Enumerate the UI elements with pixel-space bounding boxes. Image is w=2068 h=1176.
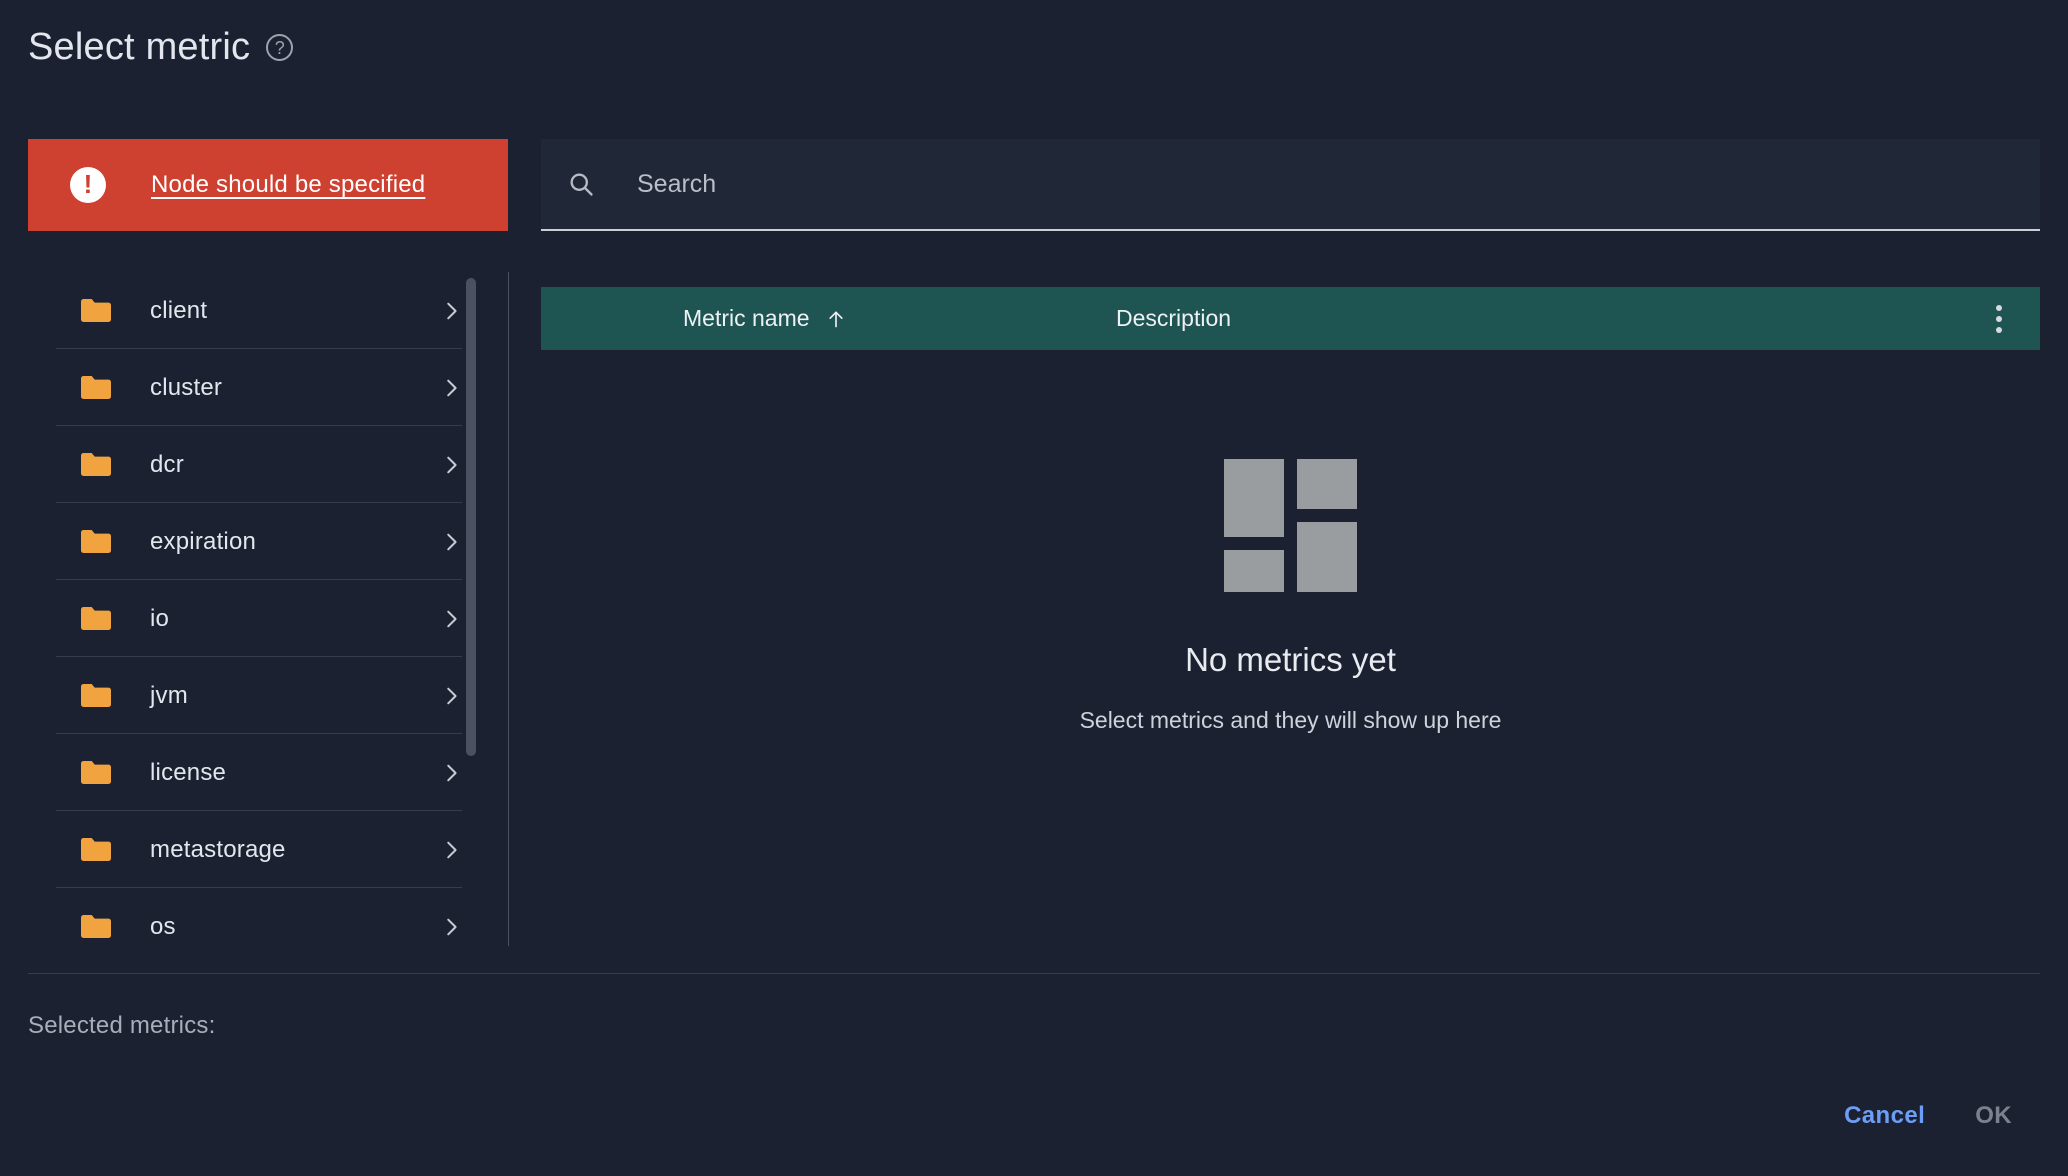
search-input[interactable] <box>637 169 2040 199</box>
folder-list-item[interactable]: license <box>28 734 490 811</box>
chevron-right-icon[interactable] <box>440 839 462 861</box>
folder-list-item[interactable]: cluster <box>28 349 490 426</box>
folder-list-item[interactable]: dcr <box>28 426 490 503</box>
folder-list-item-label: cluster <box>150 373 223 401</box>
chevron-right-icon[interactable] <box>440 916 462 938</box>
folder-list-item[interactable]: os <box>28 888 490 946</box>
folder-icon <box>81 915 111 938</box>
empty-state-subtitle: Select metrics and they will show up her… <box>1079 707 1502 733</box>
folder-icon <box>81 684 111 707</box>
empty-state: No metrics yet Select metrics and they w… <box>541 459 2040 734</box>
folder-list-item[interactable]: io <box>28 580 490 657</box>
folder-list-panel: client cluster dcr expiration io jvm license me… <box>28 272 490 946</box>
folder-list-scrollbar-thumb[interactable] <box>466 278 476 756</box>
metrics-panel: Metric name Description No metrics yet S… <box>541 139 2040 733</box>
folder-list-item-label: expiration <box>150 527 257 555</box>
folder-list-item-label: jvm <box>150 681 188 709</box>
chevron-right-icon[interactable] <box>440 685 462 707</box>
column-header-description[interactable]: Description <box>1116 305 1231 332</box>
dialog-header: Select metric ? <box>28 26 294 69</box>
folder-list-item-label: metastorage <box>150 835 286 863</box>
error-banner[interactable]: ! Node should be specified <box>28 139 508 231</box>
dialog-actions: Cancel OK <box>1840 1096 2016 1136</box>
folder-list-item[interactable]: jvm <box>28 657 490 734</box>
search-field[interactable] <box>541 139 2040 231</box>
empty-state-title: No metrics yet <box>1185 641 1396 678</box>
dashboard-grid-icon <box>1224 459 1357 592</box>
folder-list-item[interactable]: expiration <box>28 503 490 580</box>
ok-button[interactable]: OK <box>1971 1096 2016 1136</box>
folder-list-item-label: client <box>150 296 208 324</box>
chevron-right-icon[interactable] <box>440 762 462 784</box>
help-circle-icon[interactable]: ? <box>266 34 294 61</box>
select-metric-dialog: Select metric ? ! Node should be specifi… <box>0 0 2068 1176</box>
folder-icon <box>81 838 111 861</box>
folder-list-item-label: license <box>150 758 227 786</box>
chevron-right-icon[interactable] <box>440 377 462 399</box>
chevron-right-icon[interactable] <box>440 300 462 322</box>
chevron-right-icon[interactable] <box>440 454 462 476</box>
folder-list-scrollbar[interactable] <box>466 275 476 947</box>
folder-icon <box>81 607 111 630</box>
footer-divider <box>28 973 2040 974</box>
folder-icon <box>81 376 111 399</box>
folder-list-item-label: io <box>150 604 170 632</box>
folder-icon <box>81 299 111 322</box>
folder-list-item[interactable]: client <box>28 272 490 349</box>
column-header-metric-name[interactable]: Metric name <box>683 305 846 332</box>
folder-list-item[interactable]: metastorage <box>28 811 490 888</box>
error-exclamation-icon: ! <box>70 167 106 203</box>
metrics-table-header: Metric name Description <box>541 287 2040 350</box>
column-header-metric-name-label: Metric name <box>683 305 810 331</box>
folder-list-item-label: os <box>150 912 176 940</box>
folder-list: client cluster dcr expiration io jvm license me… <box>28 272 490 946</box>
chevron-right-icon[interactable] <box>440 531 462 553</box>
folder-icon <box>81 761 111 784</box>
folder-icon <box>81 453 111 476</box>
folder-icon <box>81 530 111 553</box>
error-message[interactable]: Node should be specified <box>151 171 425 199</box>
cancel-button[interactable]: Cancel <box>1840 1096 1929 1136</box>
page-title: Select metric <box>28 26 251 68</box>
search-icon <box>570 173 593 196</box>
arrow-up-icon <box>828 311 843 327</box>
folder-list-item-label: dcr <box>150 450 184 478</box>
chevron-right-icon[interactable] <box>440 608 462 630</box>
selected-metrics-label: Selected metrics: <box>28 1012 216 1039</box>
kebab-menu-icon[interactable] <box>1992 301 2006 337</box>
panel-divider <box>508 272 509 946</box>
